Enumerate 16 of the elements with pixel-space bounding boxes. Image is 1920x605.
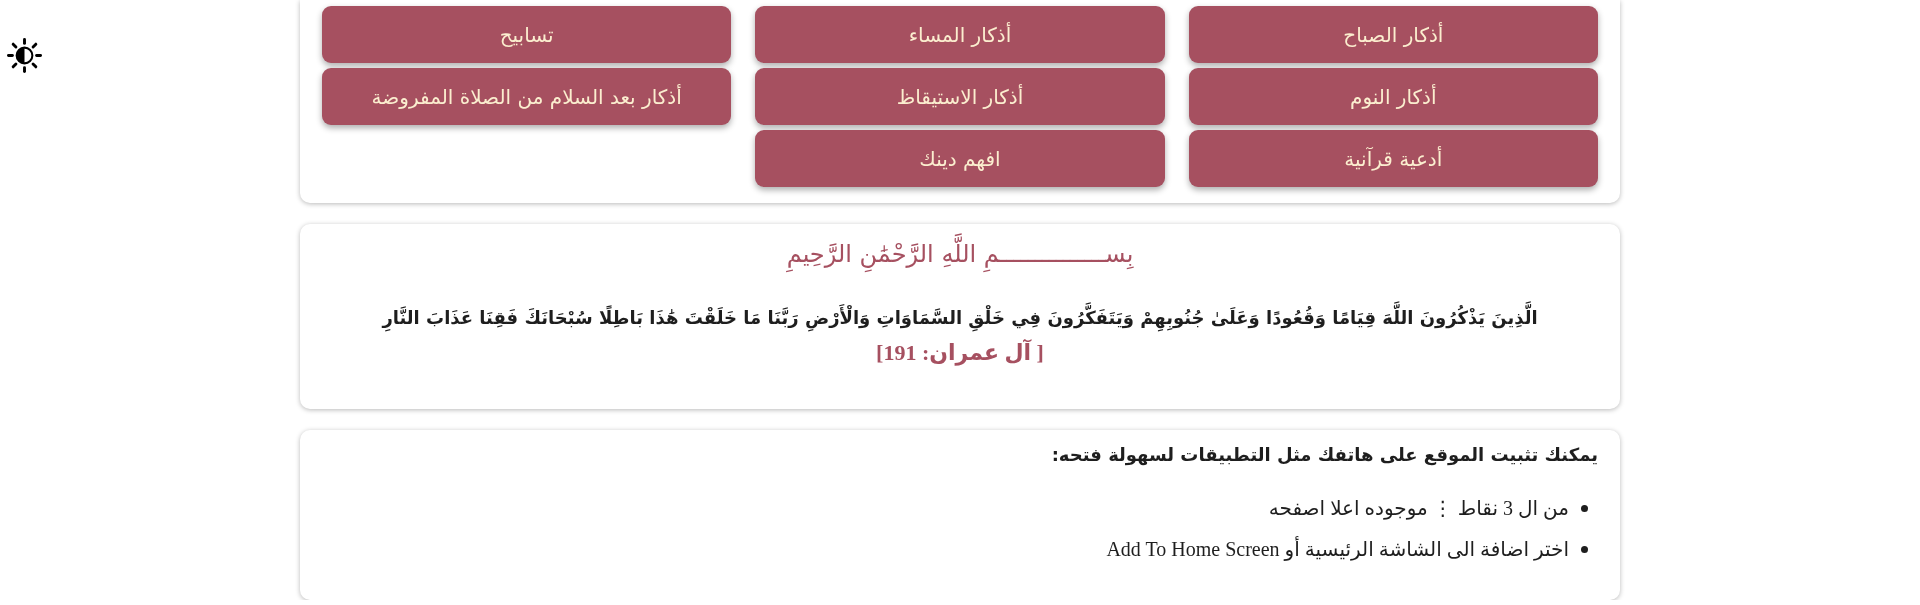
verse-reference: [ آل عمران: 191] [876,338,1044,368]
bullet-icon [1581,545,1588,553]
menu-button[interactable]: أذكار الاستيقاظ [755,68,1165,125]
verse-text: الَّذِينَ يَذْكُرُونَ اللَّهَ قِيَامًا وَقُعُودًا وَعَلَىٰ جُنُوبِهِمْ وَيَتَفَكَّرُونَ فِي خَلْقِ السَّمَاوَاتِ وَالْأَرْضِ رَبَّنَا مَا خَلَقْتَ هَٰذَا بَاطِلًا سُبْحَانَكَ فَقِنَا عَذَابَ النَّارِ [382,302,1538,334]
step-text: اختر اضافة الى الشاشة الرئيسية أو Add To Home Screen [1106,535,1569,563]
menu-button[interactable]: افهم دينك [755,130,1165,187]
menu-button[interactable]: أذكار المساء [755,6,1165,63]
bullet-icon [1581,504,1588,512]
menu-button[interactable]: أذكار النوم [1188,68,1598,125]
brightness-icon[interactable] [7,38,42,73]
menu-button[interactable]: أذكار الصباح [1188,6,1598,63]
menu-button[interactable]: أدعية قرآنية [1188,130,1598,187]
menu-button[interactable]: أذكار بعد السلام من الصلاة المفروضة [322,68,732,125]
install-heading: يمكنك تثبيت الموقع على هاتفك مثل التطبيقات لسهولة فتحه: [1050,443,1598,468]
menu-button[interactable]: تسابيح [322,6,732,63]
step-text: من ال 3 نقاط ⋮ موجوده اعلا اصفحه [1268,496,1569,522]
